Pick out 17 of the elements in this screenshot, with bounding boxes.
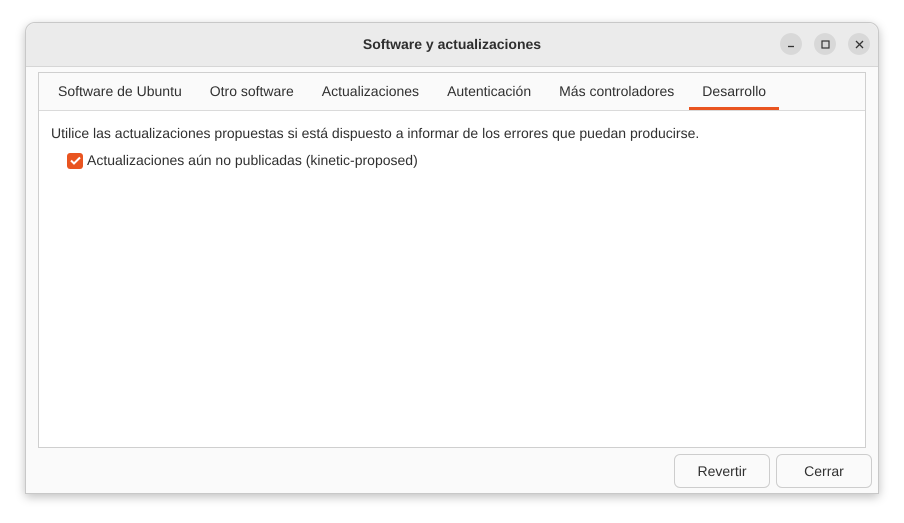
tab[interactable]: Más controladores <box>546 73 688 110</box>
maximize-button[interactable] <box>814 33 836 55</box>
close-button[interactable] <box>848 33 870 55</box>
dialog-button[interactable]: Cerrar <box>776 454 872 488</box>
tab[interactable]: Otro software <box>196 73 307 110</box>
tab[interactable]: Desarrollo <box>689 73 780 110</box>
close-icon <box>854 40 864 48</box>
checkmark-icon <box>70 156 80 165</box>
maximize-icon <box>820 40 830 48</box>
window-title: Software y actualizaciones <box>362 35 542 54</box>
checkbox[interactable] <box>67 152 83 168</box>
description-text: Utilice las actualizaciones propuestas si está dispuesto a informar de los errores que puedan producirse. <box>51 124 700 143</box>
tab[interactable]: Software de Ubuntu <box>45 73 195 110</box>
tab[interactable]: Autenticación <box>434 73 544 110</box>
dialog-button[interactable]: Revertir <box>674 454 770 488</box>
checkbox-label: Actualizaciones aún no publicadas (kinetic-proposed) <box>87 151 418 170</box>
tab[interactable]: Actualizaciones <box>308 73 432 110</box>
